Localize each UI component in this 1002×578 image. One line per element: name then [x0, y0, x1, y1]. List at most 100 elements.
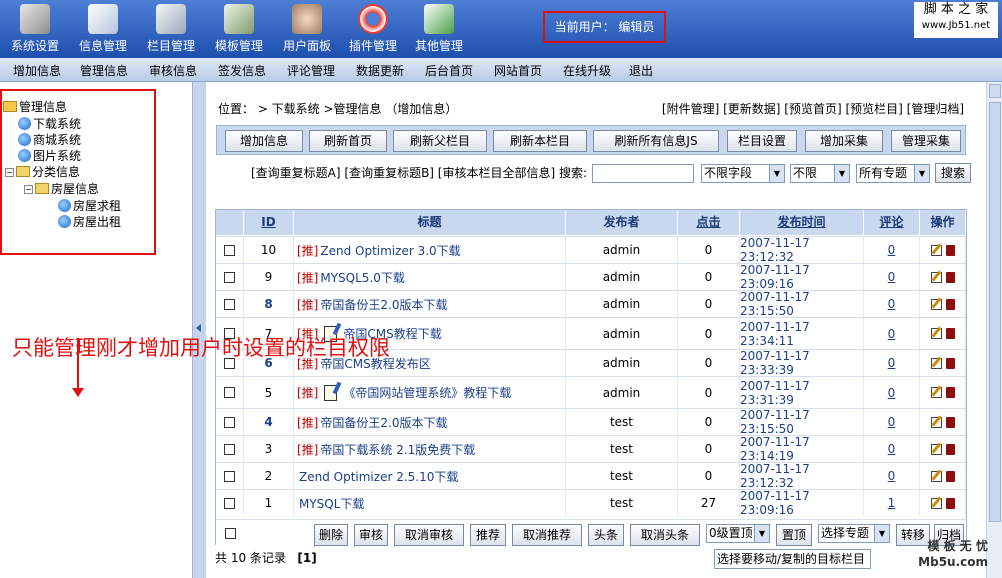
edit-icon[interactable]	[930, 443, 942, 455]
cancel-recommend-button[interactable]: 取消推荐	[512, 524, 582, 546]
menu-add-info[interactable]: 增加信息	[13, 62, 61, 79]
toolbar-plugin-manage[interactable]: 插件管理	[340, 0, 406, 58]
edit-icon[interactable]	[930, 244, 942, 256]
trash-icon[interactable]	[945, 357, 955, 369]
row-comments-link[interactable]: 0	[888, 243, 896, 257]
refresh-home-button[interactable]: 刷新首页	[309, 130, 387, 152]
row-comments-link[interactable]: 0	[888, 442, 896, 456]
row-checkbox[interactable]	[224, 470, 235, 482]
refresh-parent-button[interactable]: 刷新父栏目	[393, 130, 487, 152]
cancel-review-button[interactable]: 取消审核	[394, 524, 464, 546]
row-title-link[interactable]: 帝国下载系统 2.1版免费下载	[320, 441, 475, 458]
topic-select[interactable]: 所有专题 ▼	[856, 164, 930, 183]
menu-site-home[interactable]: 网站首页	[494, 62, 542, 79]
row-title-link[interactable]: 帝国备份王2.0版本下载	[320, 414, 447, 431]
headline-button[interactable]: 头条	[588, 524, 624, 546]
row-title[interactable]: [推] 帝国备份王2.0版本下载	[294, 409, 566, 435]
menu-update-data[interactable]: 数据更新	[356, 62, 404, 79]
row-title[interactable]: [推] 帝国备份王2.0版本下载	[294, 291, 566, 317]
row-comments-link[interactable]: 0	[888, 327, 896, 341]
pane-splitter[interactable]	[192, 82, 206, 578]
row-title-link[interactable]: 《帝国网站管理系统》教程下载	[343, 384, 511, 401]
tree-group-classified[interactable]: − 分类信息	[5, 165, 80, 179]
edit-icon[interactable]	[930, 387, 942, 398]
toolbar-system-settings[interactable]: 系统设置	[2, 0, 68, 58]
row-comments-link[interactable]: 0	[888, 356, 896, 370]
row-comments[interactable]: 0	[864, 377, 920, 408]
refresh-all-js-button[interactable]: 刷新所有信息JS	[593, 130, 719, 152]
edit-icon[interactable]	[930, 470, 942, 482]
row-comments-link[interactable]: 0	[888, 270, 896, 284]
row-comments[interactable]: 0	[864, 436, 920, 462]
review-button[interactable]: 审核	[354, 524, 388, 546]
tree-leaf-rent-out[interactable]: 房屋出租	[58, 215, 121, 229]
trash-icon[interactable]	[945, 470, 955, 482]
row-title[interactable]: [推] 帝国下载系统 2.1版免费下载	[294, 436, 566, 462]
row-checkbox[interactable]	[224, 416, 235, 428]
trash-icon[interactable]	[945, 328, 955, 339]
row-comments[interactable]: 0	[864, 264, 920, 290]
edit-icon[interactable]	[930, 298, 942, 310]
toolbar-other-manage[interactable]: 其他管理	[406, 0, 472, 58]
edit-icon[interactable]	[930, 271, 942, 283]
toolbar-template-manage[interactable]: 模板管理	[206, 0, 272, 58]
tree-leaf-rent-wanted[interactable]: 房屋求租	[58, 199, 121, 213]
row-checkbox[interactable]	[224, 443, 235, 455]
row-title[interactable]: MYSQL下载	[294, 490, 566, 516]
trash-icon[interactable]	[945, 271, 955, 283]
row-comments[interactable]: 0	[864, 350, 920, 376]
scroll-up-icon[interactable]	[989, 84, 1001, 98]
row-title[interactable]: [推] Zend Optimizer 3.0下载	[294, 237, 566, 263]
row-checkbox[interactable]	[224, 298, 235, 310]
manage-collect-button[interactable]: 管理采集	[891, 130, 961, 152]
move-target-select[interactable]: 选择要移动/复制的目标栏目	[714, 549, 871, 569]
top-level-select[interactable]: 0级置顶 ▼	[706, 524, 770, 543]
row-title[interactable]: [推] MYSQL5.0下载	[294, 264, 566, 290]
edit-icon[interactable]	[930, 497, 942, 509]
collapse-icon[interactable]: −	[5, 168, 14, 177]
row-comments-link[interactable]: 0	[888, 386, 896, 400]
menu-sign-info[interactable]: 签发信息	[218, 62, 266, 79]
row-title[interactable]: [推] 《帝国网站管理系统》教程下载	[294, 377, 566, 408]
page-link[interactable]: [1]	[297, 551, 316, 565]
add-collect-button[interactable]: 增加采集	[805, 130, 883, 152]
toolbar-column-manage[interactable]: 栏目管理	[138, 0, 204, 58]
cancel-headline-button[interactable]: 取消头条	[630, 524, 700, 546]
row-checkbox[interactable]	[224, 271, 235, 283]
menu-review-info[interactable]: 审核信息	[149, 62, 197, 79]
header-id[interactable]: ID	[244, 210, 294, 235]
row-comments[interactable]: 0	[864, 463, 920, 489]
edit-icon[interactable]	[930, 416, 942, 428]
tree-item-shop[interactable]: 商城系统	[18, 133, 81, 147]
edit-icon[interactable]	[930, 357, 942, 369]
row-comments-link[interactable]: 0	[888, 469, 896, 483]
menu-manage-info[interactable]: 管理信息	[80, 62, 128, 79]
row-comments-link[interactable]: 1	[888, 496, 896, 510]
row-title-link[interactable]: MYSQL5.0下载	[320, 269, 405, 286]
row-comments[interactable]: 1	[864, 490, 920, 516]
row-comments[interactable]: 0	[864, 291, 920, 317]
trash-icon[interactable]	[945, 244, 955, 256]
row-comments[interactable]: 0	[864, 237, 920, 263]
top-links[interactable]: [附件管理] [更新数据] [预览首页] [预览栏目] [管理归档]	[662, 100, 964, 117]
collapse-icon[interactable]: −	[24, 185, 33, 194]
tree-subgroup-house[interactable]: − 房屋信息	[24, 182, 99, 196]
trash-icon[interactable]	[945, 416, 955, 428]
toolbar-user-panel[interactable]: 用户面板	[274, 0, 340, 58]
row-title-link[interactable]: MYSQL下载	[299, 495, 364, 512]
column-settings-button[interactable]: 栏目设置	[727, 130, 797, 152]
row-checkbox[interactable]	[224, 387, 235, 398]
menu-online-upgrade[interactable]: 在线升级	[563, 62, 611, 79]
row-comments-link[interactable]: 0	[888, 297, 896, 311]
edit-icon[interactable]	[930, 328, 942, 339]
vertical-scrollbar[interactable]	[986, 82, 1002, 578]
tree-item-picture[interactable]: 图片系统	[18, 149, 81, 163]
search-input[interactable]	[592, 164, 694, 183]
row-comments-link[interactable]: 0	[888, 415, 896, 429]
field-select[interactable]: 不限字段 ▼	[701, 164, 785, 183]
search-button[interactable]: 搜索	[935, 163, 971, 183]
query-links[interactable]: [查询重复标题A] [查询重复标题B] [审核本栏目全部信息] 搜索:	[251, 164, 587, 181]
toolbar-info-manage[interactable]: 信息管理	[70, 0, 136, 58]
collapse-arrow-icon[interactable]	[196, 324, 201, 332]
trash-icon[interactable]	[945, 298, 955, 310]
